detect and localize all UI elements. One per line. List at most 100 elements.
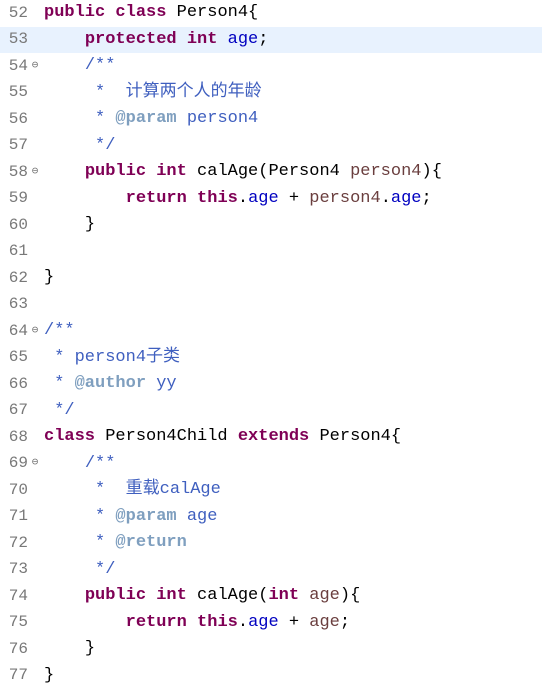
token-comment: yy — [146, 374, 177, 393]
code-content[interactable]: * person4子类 — [40, 345, 542, 371]
fold-icon[interactable]: ⊖ — [30, 58, 40, 75]
token-kw: int — [156, 162, 187, 181]
code-content[interactable]: * 重载calAge — [40, 477, 542, 503]
line-number: 60 — [0, 213, 30, 238]
line-number: 55 — [0, 80, 30, 105]
code-line[interactable]: 58⊖ public int calAge(Person4 person4){ — [0, 159, 542, 186]
token-plain: . — [238, 613, 248, 632]
token-tag: @author — [75, 374, 146, 393]
line-number: 69 — [0, 451, 30, 476]
token-plain: } — [44, 666, 54, 685]
token-varparam: age — [309, 586, 340, 605]
token-plain: ; — [258, 30, 268, 49]
code-content[interactable]: public int calAge(Person4 person4){ — [40, 159, 542, 185]
line-number: 70 — [0, 478, 30, 503]
token-plain — [177, 30, 187, 49]
token-plain: + — [279, 613, 310, 632]
code-content[interactable]: } — [40, 663, 542, 689]
code-line[interactable]: 63 — [0, 292, 542, 319]
token-plain: Person4{ — [309, 427, 401, 446]
code-line[interactable]: 72 * @return — [0, 530, 542, 557]
line-number: 74 — [0, 584, 30, 609]
line-number: 54 — [0, 54, 30, 79]
code-line[interactable]: 65 * person4子类 — [0, 345, 542, 372]
code-line[interactable]: 75 return this.age + age; — [0, 610, 542, 637]
token-comment: * 计算两个人的年龄 — [95, 83, 262, 102]
code-content[interactable]: public class Person4{ — [40, 0, 542, 26]
code-line[interactable]: 69⊖ /** — [0, 451, 542, 478]
code-content[interactable]: */ — [40, 133, 542, 159]
token-field: age — [248, 189, 279, 208]
token-plain: . — [238, 189, 248, 208]
code-line[interactable]: 61 — [0, 239, 542, 266]
code-content[interactable]: /** — [40, 318, 542, 344]
code-line[interactable]: 60 } — [0, 212, 542, 239]
token-comment: age — [177, 507, 218, 526]
token-plain: . — [381, 189, 391, 208]
fold-icon[interactable]: ⊖ — [30, 323, 40, 340]
token-comment: * — [95, 109, 115, 128]
code-line[interactable]: 70 * 重载calAge — [0, 477, 542, 504]
token-kw: int — [268, 586, 299, 605]
code-line[interactable]: 52public class Person4{ — [0, 0, 542, 27]
token-comment: * 重载calAge — [95, 480, 221, 499]
code-content[interactable]: * @param person4 — [40, 106, 542, 132]
line-number: 56 — [0, 107, 30, 132]
fold-icon[interactable]: ⊖ — [30, 455, 40, 472]
token-plain: } — [85, 215, 95, 234]
code-line[interactable]: 74 public int calAge(int age){ — [0, 583, 542, 610]
code-line[interactable]: 64⊖/** — [0, 318, 542, 345]
code-line[interactable]: 59 return this.age + person4.age; — [0, 186, 542, 213]
token-plain: } — [85, 639, 95, 658]
code-line[interactable]: 56 * @param person4 — [0, 106, 542, 133]
token-plain: + — [279, 189, 310, 208]
line-number: 68 — [0, 425, 30, 450]
code-content[interactable]: } — [40, 212, 542, 238]
token-comment: /** — [85, 454, 116, 473]
token-plain — [299, 586, 309, 605]
code-content[interactable]: return this.age + age; — [40, 610, 542, 636]
code-line[interactable]: 55 * 计算两个人的年龄 — [0, 80, 542, 107]
code-editor: 52public class Person4{53 protected int … — [0, 0, 542, 689]
line-number: 57 — [0, 133, 30, 158]
code-content[interactable]: public int calAge(int age){ — [40, 583, 542, 609]
code-content[interactable]: * @author yy — [40, 371, 542, 397]
code-line[interactable]: 71 * @param age — [0, 504, 542, 531]
code-line[interactable]: 53 protected int age; — [0, 27, 542, 54]
token-comment: /** — [85, 56, 116, 75]
code-content[interactable]: } — [40, 636, 542, 662]
code-content[interactable]: /** — [40, 53, 542, 79]
code-content[interactable]: * @return — [40, 530, 542, 556]
token-plain — [146, 162, 156, 181]
code-line[interactable]: 57 */ — [0, 133, 542, 160]
token-varparam: person4 — [350, 162, 421, 181]
token-kw: public — [85, 586, 146, 605]
line-number: 65 — [0, 345, 30, 370]
code-content[interactable]: * @param age — [40, 504, 542, 530]
line-number: 73 — [0, 557, 30, 582]
fold-icon[interactable]: ⊖ — [30, 164, 40, 181]
code-content[interactable]: */ — [40, 557, 542, 583]
code-content[interactable]: return this.age + person4.age; — [40, 186, 542, 212]
token-plain — [146, 586, 156, 605]
token-kw: public — [85, 162, 146, 181]
code-content[interactable]: * 计算两个人的年龄 — [40, 80, 542, 106]
token-plain — [105, 3, 115, 22]
code-content[interactable]: /** — [40, 451, 542, 477]
code-line[interactable]: 62} — [0, 265, 542, 292]
code-content[interactable]: } — [40, 265, 542, 291]
code-content[interactable]: class Person4Child extends Person4{ — [40, 424, 542, 450]
code-line[interactable]: 66 * @author yy — [0, 371, 542, 398]
code-line[interactable]: 67 */ — [0, 398, 542, 425]
token-field: age — [248, 613, 279, 632]
code-line[interactable]: 77} — [0, 663, 542, 690]
code-content[interactable]: */ — [40, 398, 542, 424]
code-line[interactable]: 54⊖ /** — [0, 53, 542, 80]
code-line[interactable]: 68 class Person4Child extends Person4{ — [0, 424, 542, 451]
code-line[interactable]: 76 } — [0, 636, 542, 663]
token-kw: public — [44, 3, 105, 22]
token-tag: @param — [115, 507, 176, 526]
token-varparam: age — [309, 613, 340, 632]
code-content[interactable]: protected int age; — [40, 27, 542, 53]
code-line[interactable]: 73 */ — [0, 557, 542, 584]
